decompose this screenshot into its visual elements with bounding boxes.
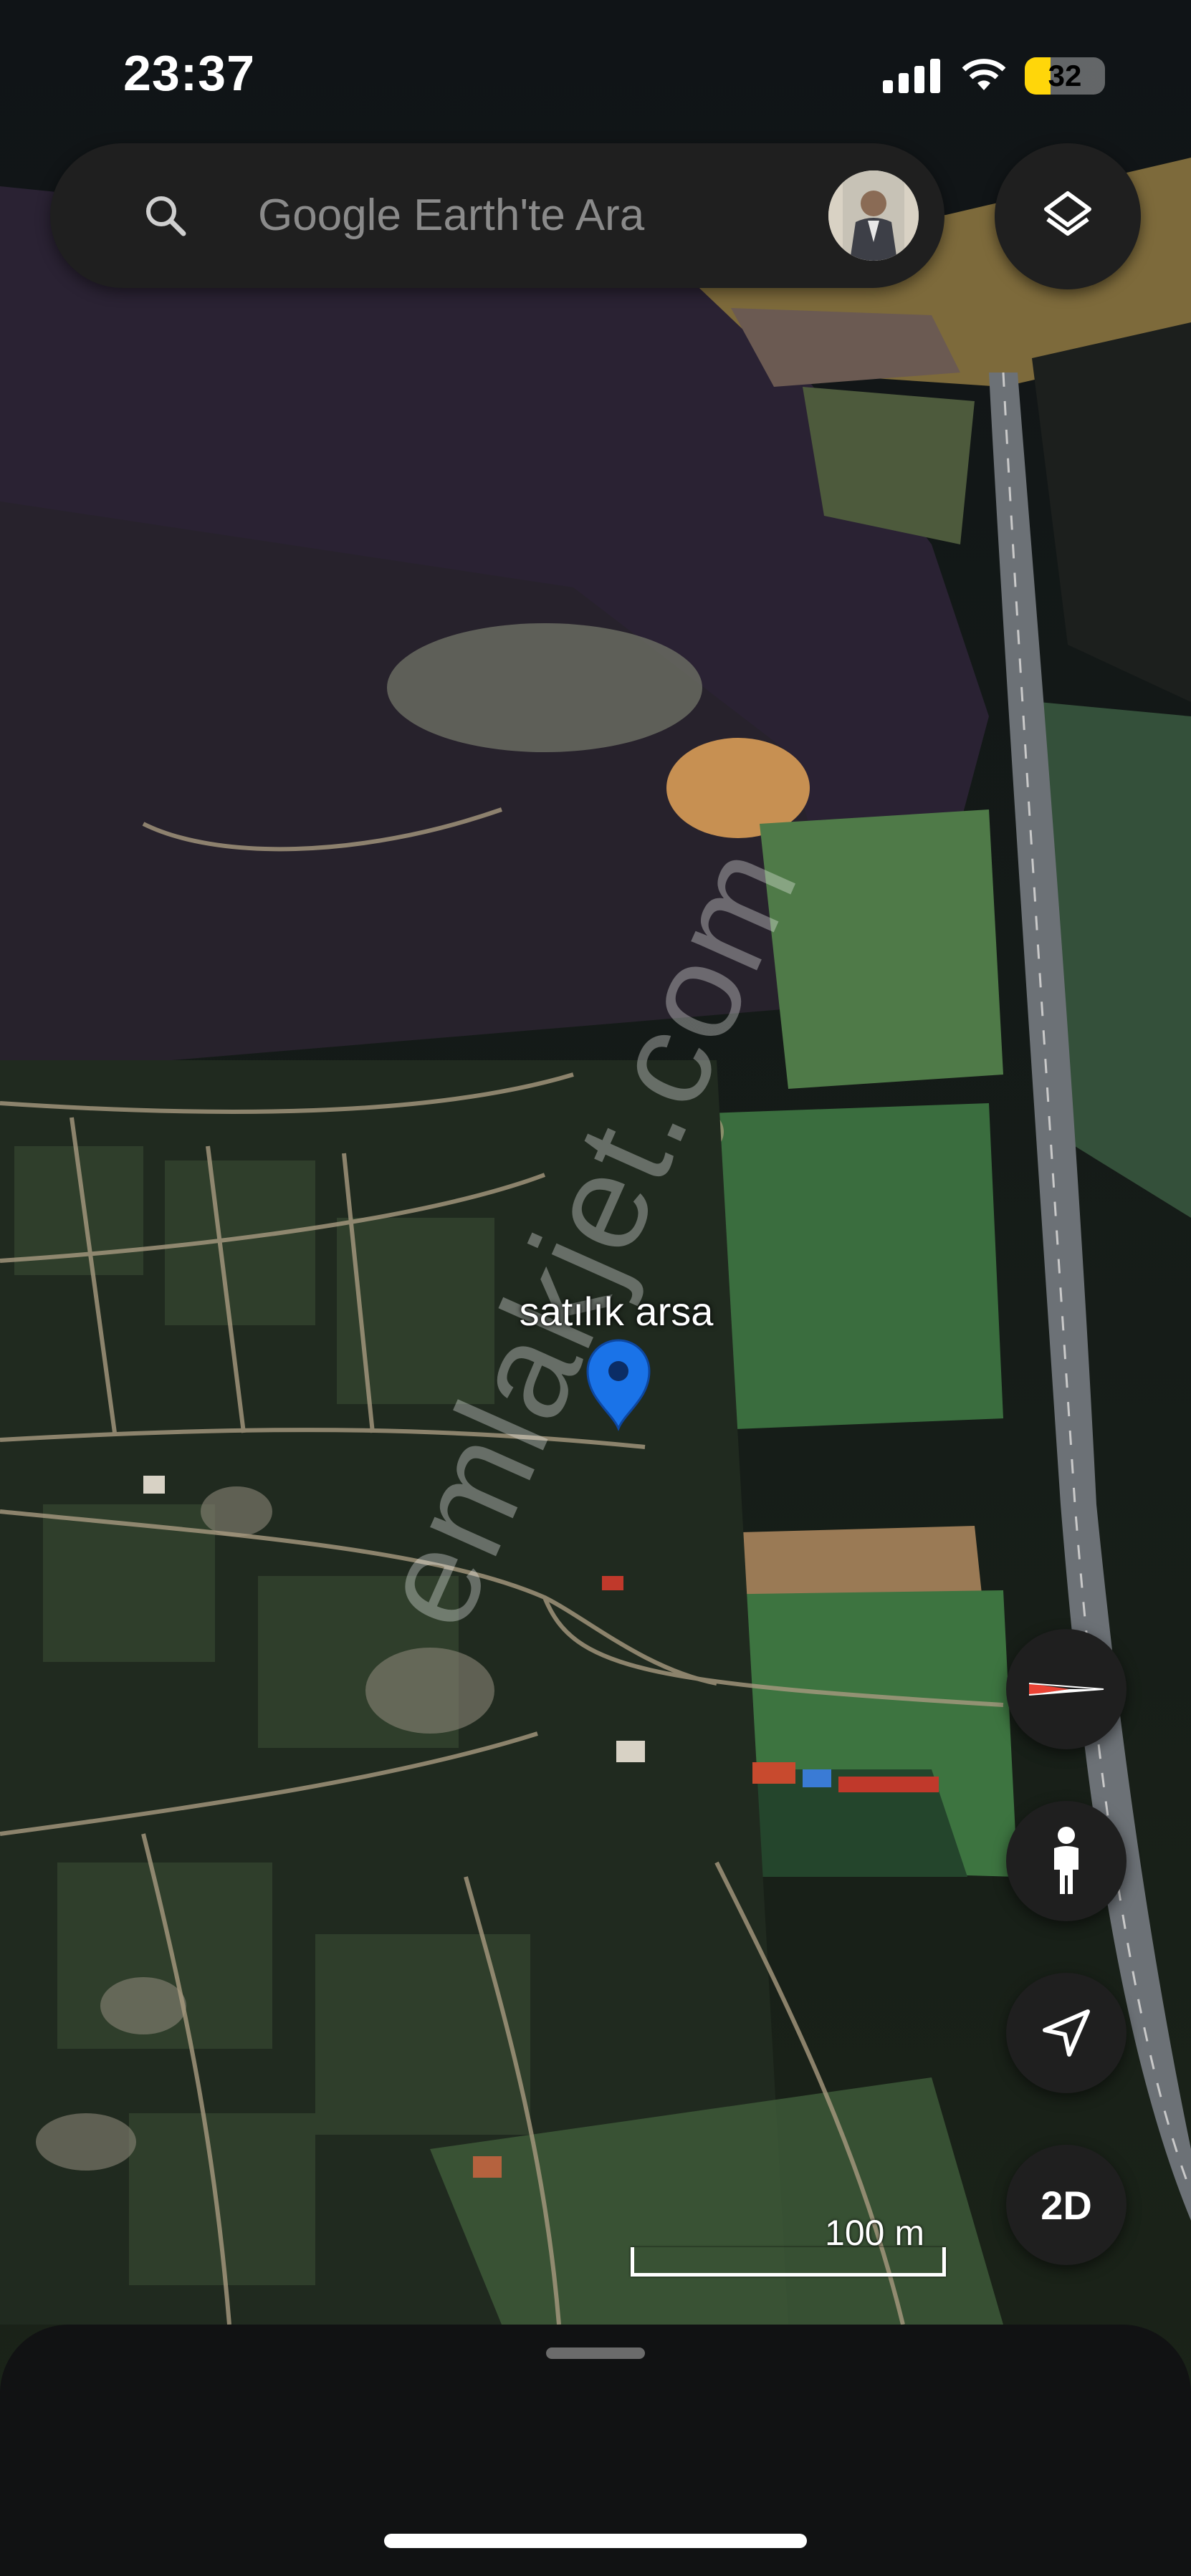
pegman-icon <box>1054 1827 1078 1894</box>
profile-photo-icon <box>828 170 919 261</box>
battery-level: 32 <box>1048 59 1082 92</box>
layers-icon <box>1044 191 1091 236</box>
search-bar[interactable]: Google Earth'te Ara <box>50 143 944 288</box>
location-pin-icon[interactable] <box>585 1338 652 1431</box>
avatar[interactable] <box>828 170 919 261</box>
status-time: 23:37 <box>123 45 256 101</box>
search-input[interactable]: Google Earth'te Ara <box>258 143 644 288</box>
compass-button[interactable] <box>1006 1629 1127 1749</box>
view-mode-2d-button[interactable]: 2D <box>1006 2145 1127 2265</box>
sheet-drag-handle[interactable] <box>546 2347 645 2359</box>
compass-icon <box>1028 1683 1104 1696</box>
my-location-button[interactable] <box>1006 1973 1127 2093</box>
street-view-button[interactable] <box>1006 1801 1127 1921</box>
home-indicator[interactable] <box>384 2534 807 2548</box>
navigation-arrow-icon <box>1043 2009 1090 2057</box>
battery-icon: 32 <box>1025 57 1105 95</box>
battery-fill <box>1025 57 1051 95</box>
bottom-sheet[interactable] <box>0 2325 1191 2576</box>
map-scale: 100 m <box>631 2212 946 2277</box>
search-icon <box>146 196 186 236</box>
scale-bar <box>631 2247 946 2277</box>
cellular-signal-icon <box>883 59 940 93</box>
placemark-label[interactable]: satılık arsa <box>473 1288 760 1335</box>
status-icons: 32 <box>883 56 1105 96</box>
wifi-icon <box>962 59 1006 90</box>
layers-button[interactable] <box>995 143 1141 289</box>
